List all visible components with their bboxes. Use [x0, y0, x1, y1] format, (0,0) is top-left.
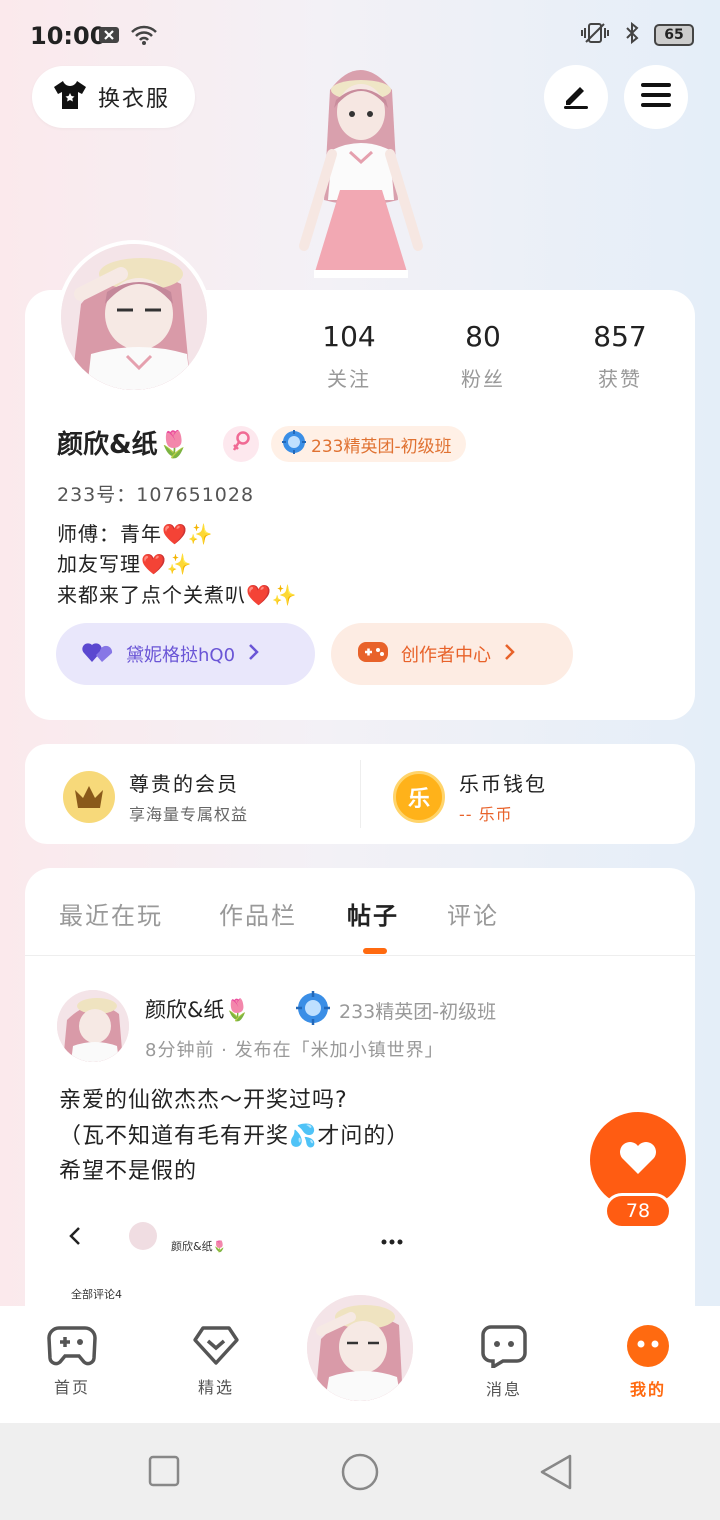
creator-center-label: 创作者中心	[401, 645, 491, 666]
fans-count: 80	[465, 320, 501, 353]
tab-comments[interactable]: 评论	[447, 896, 499, 931]
vip-entry[interactable]: 尊贵的会员 享海量专属权益	[63, 768, 248, 825]
edit-profile-button[interactable]	[544, 65, 608, 129]
tab-indicator	[363, 948, 387, 954]
rank-badge-label: 233精英团-初级班	[311, 436, 452, 457]
vip-subtitle: 享海量专属权益	[129, 805, 249, 824]
coin-icon: 乐	[393, 770, 445, 823]
username: 颜欣&纸🌷	[57, 430, 191, 460]
vibrate-icon	[580, 22, 610, 48]
hamburger-icon	[640, 81, 672, 113]
post-image-author: 颜欣&纸🌷	[171, 1240, 227, 1253]
heart-gem-icon	[192, 1326, 240, 1370]
bio-line: 加友写理❤️✨	[57, 552, 193, 576]
bio-line: 师傅：青年❤️✨	[57, 522, 214, 546]
profile-avatar[interactable]	[57, 240, 211, 394]
rank-medal-icon	[281, 429, 307, 460]
nav-me[interactable]: 我的	[598, 1324, 698, 1400]
guild-label: 黛妮格挞hQ0	[126, 645, 236, 666]
tab-works[interactable]: 作品栏	[219, 896, 297, 931]
post-rank-badge: 233精英团-初级班	[295, 990, 496, 1031]
user-id: 233号：107651028	[57, 484, 255, 506]
avatar-character[interactable]	[270, 50, 450, 290]
nav-featured[interactable]: 精选	[166, 1324, 266, 1398]
gender-badge	[223, 426, 259, 462]
nav-home[interactable]: 首页	[22, 1324, 122, 1398]
post-image-avatar	[129, 1222, 157, 1250]
chevron-right-icon	[503, 643, 515, 666]
post-author-name[interactable]: 颜欣&纸🌷	[145, 994, 251, 1024]
post-rank-label: 233精英团-初级班	[339, 1001, 497, 1023]
wallet-balance: -- 乐币	[459, 805, 513, 824]
shirt-icon	[52, 79, 88, 115]
battery-indicator: 65	[654, 24, 694, 46]
stat-fans[interactable]: 80 粉丝	[423, 320, 543, 392]
notification-icon	[98, 25, 120, 49]
stat-following[interactable]: 104 关注	[289, 320, 409, 392]
wifi-icon	[130, 24, 158, 50]
bluetooth-icon	[624, 21, 640, 48]
center-avatar-button[interactable]	[304, 1292, 416, 1404]
home-button[interactable]	[341, 1453, 379, 1495]
post-meta: 8分钟前 · 发布在「米加小镇世界」	[145, 1040, 444, 1061]
heart-group-icon	[82, 640, 114, 669]
change-outfit-button[interactable]: 换衣服	[32, 66, 195, 128]
wallet-entry[interactable]: 乐 乐币钱包 -- 乐币	[393, 768, 547, 825]
menu-button[interactable]	[624, 65, 688, 129]
recent-apps-button[interactable]	[148, 1455, 180, 1491]
pen-icon	[560, 79, 592, 115]
vip-title: 尊贵的会员	[129, 772, 239, 796]
nav-messages[interactable]: 消息	[454, 1324, 554, 1400]
tab-bar: 最近在玩 作品栏 帖子 评论	[25, 868, 695, 956]
nav-featured-label: 精选	[197, 1378, 234, 1397]
stat-likes[interactable]: 857 获赞	[560, 320, 680, 392]
bio-line: 来都来了点个关煮叭❤️✨	[57, 583, 298, 607]
nav-me-label: 我的	[629, 1380, 666, 1399]
chat-icon	[481, 1325, 527, 1372]
female-icon	[231, 430, 251, 458]
following-label: 关注	[327, 367, 371, 391]
rank-medal-icon	[295, 990, 331, 1031]
face-icon	[626, 1325, 670, 1372]
tab-recent[interactable]: 最近在玩	[59, 896, 163, 931]
system-nav-bar	[0, 1423, 720, 1520]
nav-messages-label: 消息	[485, 1380, 522, 1399]
like-count: 78	[604, 1193, 672, 1229]
post-text-line: 希望不是假的	[59, 1159, 198, 1184]
change-outfit-label: 换衣服	[98, 87, 171, 112]
likes-label: 获赞	[598, 367, 642, 391]
status-right: 65	[580, 21, 694, 48]
member-card: 尊贵的会员 享海量专属权益 乐 乐币钱包 -- 乐币	[25, 744, 695, 844]
fans-label: 粉丝	[461, 367, 505, 391]
creator-center-button[interactable]: 创作者中心	[331, 623, 573, 685]
wallet-title: 乐币钱包	[459, 772, 547, 796]
likes-count: 857	[593, 320, 647, 353]
post-text-line: 亲爱的仙欲杰杰～开奖过吗?	[59, 1088, 348, 1113]
nav-home-label: 首页	[53, 1378, 90, 1397]
crown-icon	[63, 770, 115, 823]
post-author-avatar[interactable]	[57, 990, 129, 1062]
rank-badge[interactable]: 233精英团-初级班	[271, 426, 466, 462]
post-text-line: （瓦不知道有毛有开奖💦才问的）	[59, 1124, 410, 1149]
status-left-icons	[98, 24, 158, 50]
tab-posts[interactable]: 帖子	[347, 896, 399, 931]
chevron-right-icon	[247, 643, 259, 666]
back-arrow-icon	[69, 1226, 81, 1250]
gamepad-icon	[47, 1326, 97, 1370]
post-image-comments: 全部评论4	[71, 1288, 122, 1301]
guild-button[interactable]: 黛妮格挞hQ0	[56, 623, 315, 685]
following-count: 104	[322, 320, 376, 353]
back-button[interactable]	[538, 1453, 574, 1495]
more-icon	[381, 1230, 403, 1249]
heart-icon	[618, 1140, 658, 1180]
divider	[360, 760, 361, 828]
gamepad-icon	[357, 639, 389, 670]
status-time: 10:00	[30, 22, 107, 50]
